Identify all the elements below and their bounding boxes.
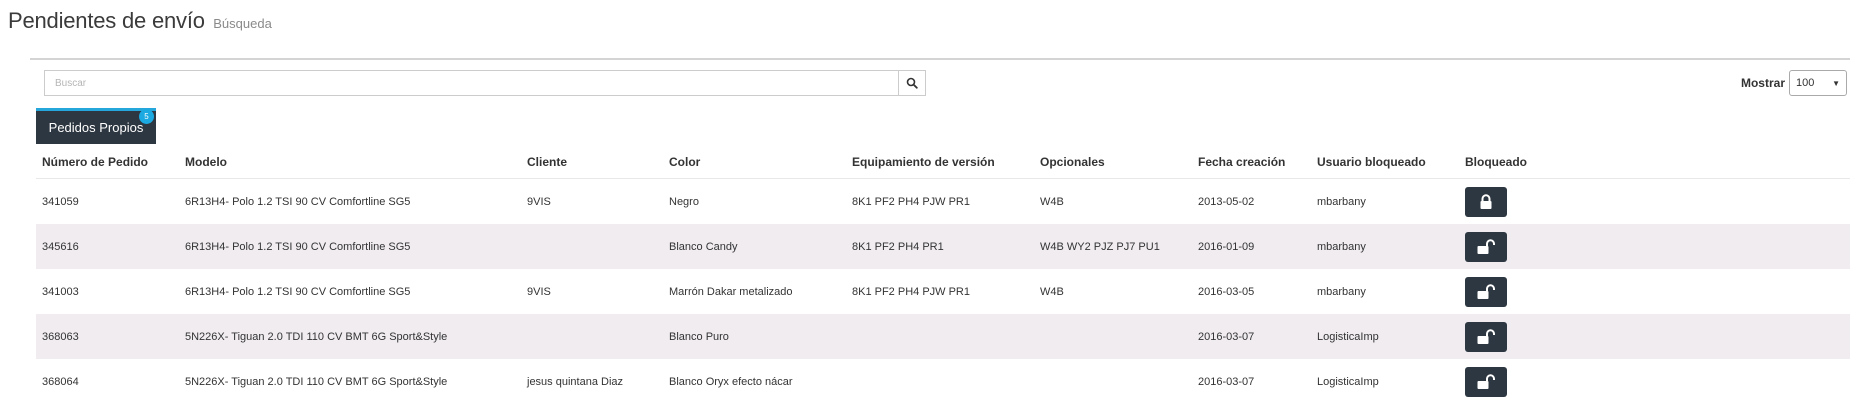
cell-color: Negro: [669, 195, 699, 208]
cell-cliente: jesus quintana Diaz: [527, 375, 624, 388]
cell-fecha: 2016-03-07: [1198, 375, 1255, 388]
page-size-value: 100: [1796, 77, 1815, 89]
column-header-modelo[interactable]: Modelo: [179, 146, 521, 179]
lock-open-icon: [1477, 238, 1495, 254]
column-header-numero[interactable]: Número de Pedido: [36, 146, 179, 179]
cell-equipamiento: [846, 314, 1034, 359]
page-size-control: Mostrar 100 ▼: [1741, 70, 1847, 96]
cell-cliente: [521, 314, 663, 359]
tab-label: Pedidos Propios: [48, 120, 144, 135]
cell-fecha: 2016-03-07: [1192, 314, 1311, 359]
column-header-fecha[interactable]: Fecha creación: [1192, 146, 1311, 179]
cell-cliente: 9VIS: [527, 285, 551, 298]
cell-color: Blanco Oryx efecto nácar: [669, 375, 793, 388]
cell-numero: 341003: [42, 285, 79, 298]
cell-equipamiento: 8K1 PF2 PH4 PR1: [846, 224, 1034, 269]
cell-cliente: [521, 224, 663, 269]
cell-numero: 368064: [42, 375, 79, 388]
unlock-button[interactable]: [1465, 366, 1507, 397]
cell-modelo: 6R13H4- Polo 1.2 TSI 90 CV Comfortline S…: [185, 195, 411, 208]
column-header-bloqueado[interactable]: Bloqueado: [1459, 146, 1850, 179]
page-size-select[interactable]: 100 ▼: [1789, 70, 1847, 96]
cell-color: Blanco Puro: [663, 314, 846, 359]
table-row[interactable]: 345616 6R13H4- Polo 1.2 TSI 90 CV Comfor…: [36, 224, 1850, 269]
orders-table: Número de Pedido Modelo Cliente Color Eq…: [36, 146, 1850, 404]
lock-open-icon: [1477, 328, 1495, 344]
page-header: Pendientes de envío Búsqueda: [8, 8, 272, 34]
tab-pedidos-propios[interactable]: Pedidos Propios 5: [36, 108, 156, 144]
column-header-equipamiento[interactable]: Equipamiento de versión: [846, 146, 1034, 179]
cell-equipamiento: 8K1 PF2 PH4 PJW PR1: [852, 285, 970, 298]
cell-bloqueado: [1459, 269, 1850, 314]
page-subtitle: Búsqueda: [213, 16, 272, 31]
tab-count-badge: 5: [139, 109, 154, 124]
cell-opcionales: W4B WY2 PJZ PJ7 PU1: [1034, 224, 1192, 269]
cell-usuario: LogisticaImp: [1317, 375, 1379, 388]
cell-bloqueado: [1459, 314, 1850, 359]
table-row[interactable]: 368064 5N226X- Tiguan 2.0 TDI 110 CV BMT…: [36, 359, 1850, 404]
cell-fecha: 2013-05-02: [1198, 195, 1255, 208]
cell-usuario: mbarbany: [1317, 195, 1366, 208]
cell-cliente: 9VIS: [527, 195, 551, 208]
panel-divider: [30, 58, 1850, 60]
lock-open-icon: [1477, 373, 1495, 389]
cell-numero: 341059: [42, 195, 79, 208]
column-header-color[interactable]: Color: [663, 146, 846, 179]
cell-numero: 345616: [36, 224, 179, 269]
cell-bloqueado: [1459, 224, 1850, 269]
cell-usuario: LogisticaImp: [1311, 314, 1459, 359]
column-header-cliente[interactable]: Cliente: [521, 146, 663, 179]
table-row[interactable]: 341003 6R13H4- Polo 1.2 TSI 90 CV Comfor…: [36, 269, 1850, 314]
lock-button[interactable]: [1465, 186, 1507, 217]
page-title: Pendientes de envío: [8, 8, 205, 33]
column-header-opcionales[interactable]: Opcionales: [1034, 146, 1192, 179]
caret-down-icon: ▼: [1832, 78, 1840, 88]
table-row[interactable]: 368063 5N226X- Tiguan 2.0 TDI 110 CV BMT…: [36, 314, 1850, 359]
cell-opcionales: W4B: [1040, 195, 1064, 208]
cell-color: Marrón Dakar metalizado: [669, 285, 793, 298]
search-icon: [906, 77, 918, 89]
table-row[interactable]: 341059 6R13H4- Polo 1.2 TSI 90 CV Comfor…: [36, 179, 1850, 225]
cell-numero: 368063: [36, 314, 179, 359]
cell-modelo: 6R13H4- Polo 1.2 TSI 90 CV Comfortline S…: [179, 224, 521, 269]
cell-modelo: 6R13H4- Polo 1.2 TSI 90 CV Comfortline S…: [185, 285, 411, 298]
page-size-label: Mostrar: [1740, 76, 1785, 90]
cell-modelo: 5N226X- Tiguan 2.0 TDI 110 CV BMT 6G Spo…: [185, 375, 448, 388]
cell-opcionales: W4B: [1040, 285, 1064, 298]
cell-opcionales: [1034, 359, 1192, 404]
lock-open-icon: [1477, 283, 1495, 299]
lock-closed-icon: [1480, 193, 1492, 209]
table-header-row: Número de Pedido Modelo Cliente Color Eq…: [36, 146, 1850, 179]
cell-color: Blanco Candy: [663, 224, 846, 269]
cell-modelo: 5N226X- Tiguan 2.0 TDI 110 CV BMT 6G Spo…: [179, 314, 521, 359]
column-header-usuario[interactable]: Usuario bloqueado: [1311, 146, 1459, 179]
search-bar: [44, 70, 926, 96]
unlock-button[interactable]: [1465, 276, 1507, 307]
cell-equipamiento: 8K1 PF2 PH4 PJW PR1: [852, 195, 970, 208]
cell-usuario: mbarbany: [1317, 285, 1366, 298]
cell-usuario: mbarbany: [1311, 224, 1459, 269]
cell-fecha: 2016-03-05: [1198, 285, 1255, 298]
cell-bloqueado: [1459, 359, 1850, 404]
cell-opcionales: [1034, 314, 1192, 359]
search-button[interactable]: [898, 70, 926, 96]
cell-equipamiento: [846, 359, 1034, 404]
unlock-button[interactable]: [1465, 321, 1507, 352]
cell-fecha: 2016-01-09: [1192, 224, 1311, 269]
unlock-button[interactable]: [1465, 231, 1507, 262]
search-input[interactable]: [44, 70, 898, 96]
cell-bloqueado: [1459, 179, 1850, 225]
